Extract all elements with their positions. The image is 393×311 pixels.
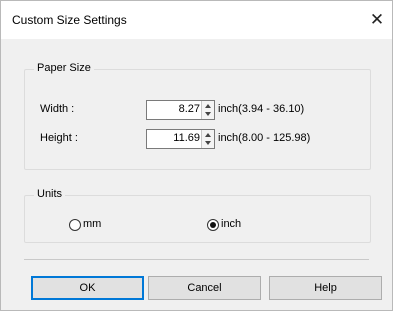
inch-radio-label[interactable]: inch [221,218,241,230]
title-bar: Custom Size Settings ✕ [1,1,392,39]
height-spin-buttons[interactable] [201,130,214,148]
units-group-title: Units [34,188,66,200]
paper-size-group: Paper Size Width : 8.27 inch(3.94 - 36.1… [24,62,371,170]
units-group: Units mm inch [24,188,371,243]
spin-down-icon[interactable] [205,141,211,145]
width-spin-buttons[interactable] [201,101,214,119]
width-spinbox[interactable]: 8.27 [146,100,215,120]
button-divider [24,259,369,260]
close-icon[interactable]: ✕ [362,5,392,35]
mm-radio[interactable] [69,219,81,231]
height-spinbox[interactable]: 11.69 [146,129,215,149]
dialog-title: Custom Size Settings [12,13,127,27]
mm-radio-label[interactable]: mm [83,218,101,230]
inch-radio[interactable] [207,219,219,231]
spin-up-icon[interactable] [205,133,211,137]
height-range: inch(8.00 - 125.98) [218,132,311,144]
cancel-button[interactable]: Cancel [148,276,261,300]
paper-size-group-title: Paper Size [34,62,94,74]
custom-size-dialog: Custom Size Settings ✕ Paper Size Width … [0,0,393,311]
height-value[interactable]: 11.69 [173,132,200,144]
ok-button[interactable]: OK [31,276,144,300]
width-label: Width : [40,103,75,115]
spin-up-icon[interactable] [205,104,211,108]
height-label: Height : [40,132,78,144]
help-button[interactable]: Help [269,276,382,300]
width-value[interactable]: 8.27 [179,103,200,115]
width-range: inch(3.94 - 36.10) [218,103,305,115]
spin-down-icon[interactable] [205,112,211,116]
